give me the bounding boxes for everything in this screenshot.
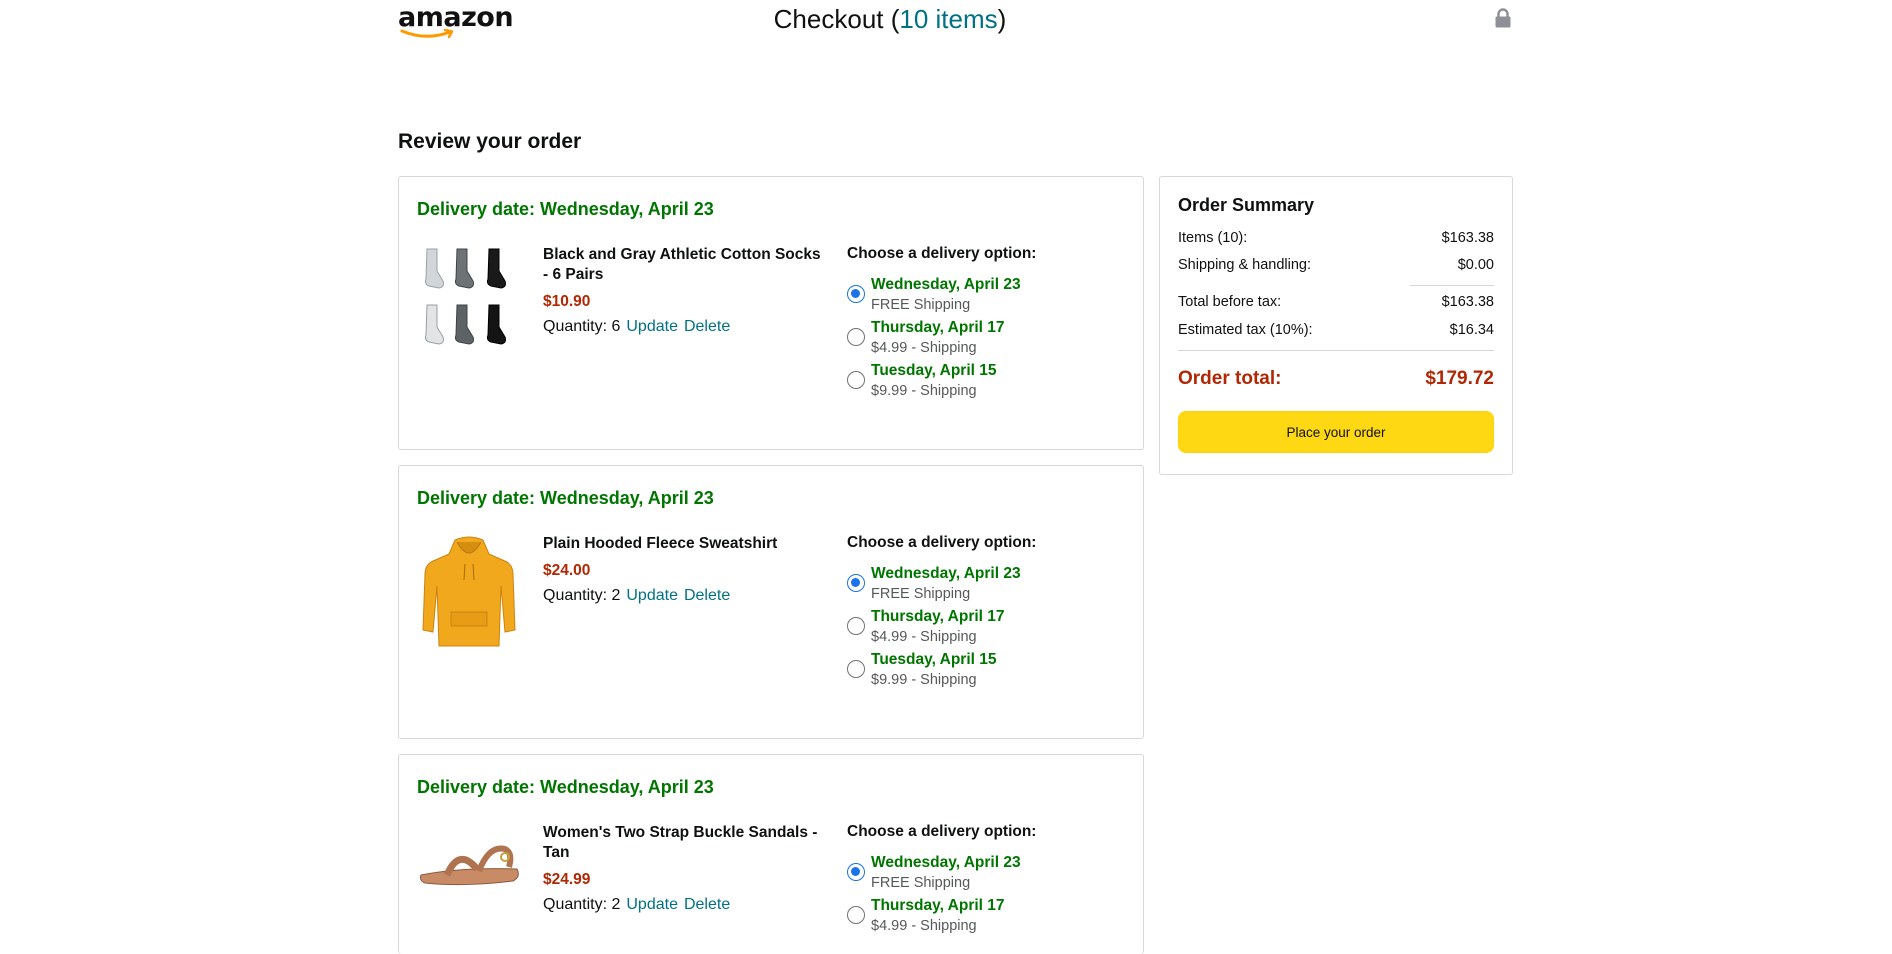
order-total-value: $179.72 — [1425, 368, 1494, 389]
title-suffix: ) — [997, 4, 1007, 34]
delivery-option[interactable]: Thursday, April 17 $4.99 - Shipping — [847, 319, 1077, 363]
estimated-tax-row: Estimated tax (10%): $16.34 — [1178, 322, 1494, 338]
lock-icon — [1495, 8, 1511, 28]
radio-button[interactable] — [847, 574, 865, 592]
option-shipping: $4.99 - Shipping — [871, 918, 977, 934]
shipping-value: $0.00 — [1457, 257, 1494, 273]
radio-button[interactable] — [847, 285, 865, 303]
option-date: Tuesday, April 15 — [871, 651, 997, 668]
radio-button[interactable] — [847, 863, 865, 881]
tax-label: Estimated tax (10%): — [1178, 322, 1313, 338]
option-date: Thursday, April 17 — [871, 608, 1005, 625]
delivery-options-heading: Choose a delivery option: — [847, 823, 1037, 840]
delete-link[interactable]: Delete — [684, 318, 730, 335]
subtotal-divider — [1410, 285, 1494, 286]
title-prefix: Checkout ( — [773, 4, 900, 34]
option-shipping: FREE Shipping — [871, 586, 971, 602]
place-order-button[interactable]: Place your order — [1178, 411, 1494, 453]
delivery-date: Delivery date: Wednesday, April 23 — [417, 199, 714, 219]
option-shipping: $4.99 - Shipping — [871, 340, 977, 356]
order-total-label: Order total: — [1178, 368, 1282, 389]
tax-value: $16.34 — [1449, 322, 1494, 338]
delivery-option[interactable]: Thursday, April 17 $4.99 - Shipping — [847, 608, 1077, 652]
quantity-label: Quantity: 2 — [543, 896, 621, 913]
order-item-card: Delivery date: Wednesday, April 23 Plain… — [398, 465, 1144, 739]
delivery-options-heading: Choose a delivery option: — [847, 245, 1037, 262]
radio-button[interactable] — [847, 617, 865, 635]
shipping-row: Shipping & handling: $0.00 — [1178, 257, 1494, 273]
delivery-option[interactable]: Wednesday, April 23 FREE Shipping — [847, 854, 1077, 898]
before-tax-label: Total before tax: — [1178, 294, 1282, 310]
quantity-row: Quantity: 6 Update Delete — [543, 318, 730, 336]
checkout-title: Checkout (10 items) — [0, 4, 1836, 35]
checkout-header: amazon Checkout (10 items) — [0, 0, 1892, 44]
option-date: Thursday, April 17 — [871, 897, 1005, 914]
quantity-label: Quantity: 2 — [543, 587, 621, 604]
socks-product-image[interactable] — [417, 245, 521, 363]
delete-link[interactable]: Delete — [684, 587, 730, 604]
total-divider — [1178, 350, 1494, 351]
delivery-option[interactable]: Thursday, April 17 $4.99 - Shipping — [847, 897, 1077, 941]
quantity-row: Quantity: 2 Update Delete — [543, 587, 730, 605]
delete-link[interactable]: Delete — [684, 896, 730, 913]
order-item-card: Delivery date: Wednesday, April 23 Women… — [398, 754, 1144, 954]
radio-button[interactable] — [847, 328, 865, 346]
items-label: Items (10): — [1178, 230, 1248, 246]
delivery-option[interactable]: Tuesday, April 15 $9.99 - Shipping — [847, 651, 1077, 695]
product-price: $10.90 — [543, 293, 591, 310]
items-value: $163.38 — [1441, 230, 1494, 246]
option-shipping: $9.99 - Shipping — [871, 383, 977, 399]
option-date: Wednesday, April 23 — [871, 565, 1021, 582]
product-price: $24.99 — [543, 871, 591, 888]
option-shipping: $4.99 - Shipping — [871, 629, 977, 645]
delivery-option[interactable]: Wednesday, April 23 FREE Shipping — [847, 276, 1077, 320]
sweatshirt-product-image[interactable] — [417, 534, 521, 652]
option-date: Wednesday, April 23 — [871, 276, 1021, 293]
update-link[interactable]: Update — [626, 318, 678, 335]
option-date: Thursday, April 17 — [871, 319, 1005, 336]
radio-button[interactable] — [847, 660, 865, 678]
radio-button[interactable] — [847, 371, 865, 389]
review-order-heading: Review your order — [398, 130, 582, 153]
update-link[interactable]: Update — [626, 587, 678, 604]
option-shipping: FREE Shipping — [871, 297, 971, 313]
option-date: Wednesday, April 23 — [871, 854, 1021, 871]
sandals-product-image[interactable] — [417, 831, 521, 901]
delivery-options-heading: Choose a delivery option: — [847, 534, 1037, 551]
order-summary-panel: Order Summary Items (10): $163.38 Shippi… — [1159, 176, 1513, 475]
order-total-row: Order total: $179.72 — [1178, 368, 1494, 390]
product-name[interactable]: Plain Hooded Fleece Sweatshirt — [543, 534, 828, 554]
delivery-option[interactable]: Wednesday, April 23 FREE Shipping — [847, 565, 1077, 609]
items-count-link[interactable]: 10 items — [899, 4, 997, 34]
delivery-date: Delivery date: Wednesday, April 23 — [417, 488, 714, 508]
total-before-tax-row: Total before tax: $163.38 — [1178, 294, 1494, 310]
quantity-label: Quantity: 6 — [543, 318, 621, 335]
items-subtotal-row: Items (10): $163.38 — [1178, 230, 1494, 246]
product-name[interactable]: Women's Two Strap Buckle Sandals - Tan — [543, 823, 828, 863]
delivery-option[interactable]: Tuesday, April 15 $9.99 - Shipping — [847, 362, 1077, 406]
product-name[interactable]: Black and Gray Athletic Cotton Socks - 6… — [543, 245, 828, 285]
product-price: $24.00 — [543, 562, 591, 579]
before-tax-value: $163.38 — [1441, 294, 1494, 310]
option-shipping: FREE Shipping — [871, 875, 971, 891]
quantity-row: Quantity: 2 Update Delete — [543, 896, 730, 914]
option-date: Tuesday, April 15 — [871, 362, 997, 379]
delivery-date: Delivery date: Wednesday, April 23 — [417, 777, 714, 797]
radio-button[interactable] — [847, 906, 865, 924]
order-summary-title: Order Summary — [1178, 195, 1315, 215]
shipping-label: Shipping & handling: — [1178, 257, 1312, 273]
option-shipping: $9.99 - Shipping — [871, 672, 977, 688]
update-link[interactable]: Update — [626, 896, 678, 913]
order-item-card: Delivery date: Wednesday, April 23 Black… — [398, 176, 1144, 450]
